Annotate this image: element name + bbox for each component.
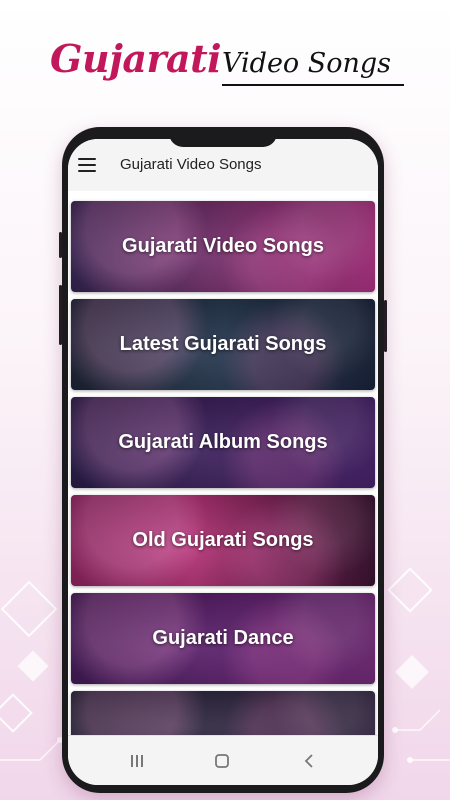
category-card-old-gujarati-songs[interactable]: Old Gujarati Songs bbox=[71, 495, 375, 586]
promo-title-gujarati: Gujarati bbox=[50, 36, 222, 81]
phone-frame: Gujarati Video Songs Gujarati Video Song… bbox=[62, 127, 384, 793]
category-card-gujarati-album-songs[interactable]: Gujarati Album Songs bbox=[71, 397, 375, 488]
category-card-partial[interactable] bbox=[71, 691, 375, 735]
category-card-gujarati-video-songs[interactable]: Gujarati Video Songs bbox=[71, 201, 375, 292]
recent-apps-icon[interactable] bbox=[126, 750, 148, 772]
category-card-label: Gujarati Album Songs bbox=[118, 431, 328, 453]
back-icon[interactable] bbox=[299, 750, 321, 772]
category-card-label: Gujarati Video Songs bbox=[122, 235, 324, 257]
category-card-label: Latest Gujarati Songs bbox=[119, 333, 327, 355]
phone-side-button bbox=[384, 300, 387, 352]
hamburger-menu-icon[interactable] bbox=[78, 158, 96, 172]
category-card-label: Old Gujarati Songs bbox=[132, 529, 314, 551]
phone-screen: Gujarati Video Songs Gujarati Video Song… bbox=[68, 139, 378, 785]
home-icon[interactable] bbox=[211, 750, 233, 772]
category-card-latest-gujarati-songs[interactable]: Latest Gujarati Songs bbox=[71, 299, 375, 390]
app-bar-title: Gujarati Video Songs bbox=[120, 156, 262, 173]
phone-notch bbox=[169, 127, 277, 147]
category-card-label: Gujarati Dance bbox=[152, 627, 294, 649]
promo-title-underline bbox=[222, 84, 404, 86]
category-list: Gujarati Video Songs Latest Gujarati Son… bbox=[68, 191, 378, 735]
system-nav-bar bbox=[68, 735, 378, 785]
category-card-gujarati-dance[interactable]: Gujarati Dance bbox=[71, 593, 375, 684]
promo-title-video-songs: Video Songs bbox=[222, 48, 392, 79]
promo-title: Gujarati Video Songs bbox=[0, 30, 450, 100]
